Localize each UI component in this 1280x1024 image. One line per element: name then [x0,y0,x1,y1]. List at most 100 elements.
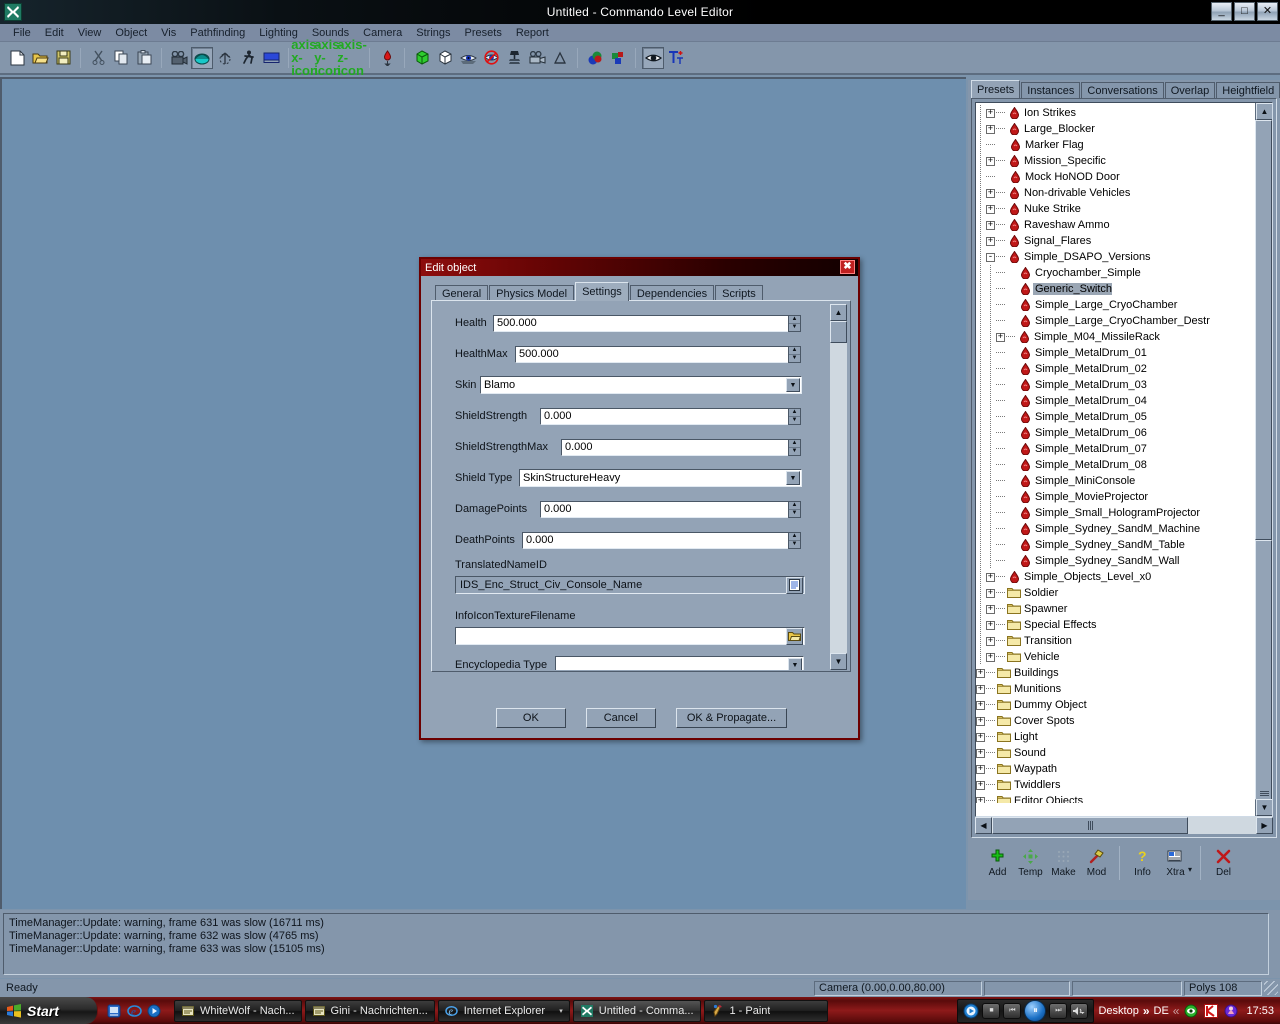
menu-file[interactable]: File [6,26,38,40]
deathpoints-spinner[interactable]: ▲▼ [788,532,801,549]
tree-item[interactable]: +Transition [976,633,1252,649]
tree-horizontal-scrollbar[interactable]: ◀ ▶ [975,817,1273,834]
tree-item[interactable]: Mock HoNOD Door [976,169,1252,185]
del-button[interactable]: Del [1207,846,1240,878]
eye-watch-icon[interactable] [642,47,664,69]
translatednameid-input[interactable]: IDS_Enc_Struct_Civ_Console_Name [455,576,805,594]
tree-item[interactable]: +Munitions [976,681,1252,697]
tree-item[interactable]: +Twiddlers [976,777,1252,793]
tab-scripts[interactable]: Scripts [715,285,763,301]
kaspersky-icon[interactable] [1203,1003,1219,1019]
tab-presets[interactable]: Presets [971,80,1020,98]
tree-item[interactable]: Simple_MetalDrum_05 [976,409,1252,425]
new-file-icon[interactable] [6,47,28,69]
tree-item[interactable]: Marker Flag [976,137,1252,153]
tree-item[interactable]: Simple_MetalDrum_08 [976,457,1252,473]
info-button[interactable]: ? Info [1126,846,1159,878]
clock[interactable]: 17:53 [1243,1005,1274,1017]
cut-scissors-icon[interactable] [87,47,109,69]
settings-scroll-thumb[interactable] [830,321,847,343]
copy-icon[interactable] [110,47,132,69]
temp-button[interactable]: Temp [1014,846,1047,878]
media-play-pause-button[interactable]: ⏸ [1024,1000,1046,1022]
health-input[interactable]: 500.000 [493,315,789,332]
media-previous-button[interactable]: ⏮ [1003,1003,1021,1019]
expand-icon[interactable]: + [976,781,985,790]
tree-item[interactable]: Cryochamber_Simple [976,265,1252,281]
chevron-down-icon[interactable]: ▼ [786,471,800,485]
expand-icon[interactable]: + [986,125,995,134]
resize-grip-icon[interactable] [1264,981,1278,995]
tree-item[interactable]: +Waypath [976,761,1252,777]
shield-green-icon[interactable] [1183,1003,1199,1019]
chevron-down-icon[interactable]: ▾ [1188,865,1192,874]
infoicontexturefilename-input[interactable] [455,627,805,645]
tree-item[interactable]: Simple_Sydney_SandM_Table [976,537,1252,553]
tree-item[interactable]: Simple_MetalDrum_02 [976,361,1252,377]
tree-item[interactable]: Generic_Switch [976,281,1252,297]
dialog-close-button[interactable]: ✖ [840,260,855,274]
tree-item[interactable]: +Raveshaw Ammo [976,217,1252,233]
tree-item[interactable]: Simple_Sydney_SandM_Machine [976,521,1252,537]
taskbar-item-commando-editor[interactable]: Untitled - Comma... [573,1000,701,1022]
menu-report[interactable]: Report [509,26,556,40]
rotate-axis-icon[interactable] [214,47,236,69]
scroll-down-button[interactable]: ▼ [1256,799,1273,816]
tree-item[interactable]: +Nuke Strike [976,201,1252,217]
tree-item[interactable]: +Large_Blocker [976,121,1252,137]
menu-presets[interactable]: Presets [458,26,509,40]
tab-instances[interactable]: Instances [1021,82,1080,98]
scroll-up-button[interactable]: ▲ [1256,103,1273,120]
eye-grey-icon[interactable] [457,47,479,69]
tab-conversations[interactable]: Conversations [1081,82,1163,98]
close-button[interactable]: ✕ [1257,2,1278,21]
cancel-button[interactable]: Cancel [586,708,656,728]
ok-button[interactable]: OK [496,708,566,728]
healthmax-input[interactable]: 500.000 [515,346,789,363]
expand-icon[interactable]: + [976,701,985,710]
green-cube-icon[interactable] [411,47,433,69]
tab-general[interactable]: General [435,285,488,301]
walk-person-icon[interactable] [237,47,259,69]
expand-icon[interactable]: + [986,573,995,582]
tree-item[interactable]: Simple_Large_CryoChamber_Destr [976,313,1252,329]
show-desktop-icon[interactable] [106,1003,122,1019]
expand-icon[interactable]: + [986,653,995,662]
minimize-button[interactable]: _ [1211,2,1232,21]
shieldstrengthmax-input[interactable]: 0.000 [561,439,789,456]
media-next-button[interactable]: ⏭ [1049,1003,1067,1019]
tree-item[interactable]: Simple_MiniConsole [976,473,1252,489]
axis-z-icon[interactable]: axis-z-icon [341,47,363,69]
shieldstrength-spinner[interactable]: ▲▼ [788,408,801,425]
camera-vis-icon[interactable] [526,47,548,69]
chevron-down-icon[interactable]: ▼ [786,378,800,392]
scroll-thumb-lower[interactable] [1255,540,1272,800]
tree-item[interactable]: Simple_MovieProjector [976,489,1252,505]
screen-icon[interactable] [260,47,282,69]
expand-icon[interactable]: + [986,237,995,246]
tree-item[interactable]: +Light [976,729,1252,745]
eye-forbidden-icon[interactable] [480,47,502,69]
tree-item[interactable]: +Simple_M04_MissileRack [976,329,1252,345]
chevron-down-icon[interactable]: ▾ [559,1007,563,1015]
expand-icon[interactable]: + [996,333,1005,342]
expand-icon[interactable]: + [986,157,995,166]
log-output[interactable]: TimeManager::Update: warning, frame 631 … [3,913,1269,975]
tree-item[interactable]: +Non-drivable Vehicles [976,185,1252,201]
expand-icon[interactable]: + [976,797,985,804]
tree-item[interactable]: +Ion Strikes [976,105,1252,121]
expand-icon[interactable]: + [986,205,995,214]
tree-item[interactable]: +Special Effects [976,617,1252,633]
expand-icon[interactable]: + [976,717,985,726]
expand-icon[interactable]: + [986,605,995,614]
healthmax-spinner[interactable]: ▲▼ [788,346,801,363]
expand-icon[interactable]: + [986,589,995,598]
add-button[interactable]: Add [981,846,1014,878]
tab-heightfield[interactable]: Heightfield [1216,82,1280,98]
tree-item[interactable]: +Signal_Flares [976,233,1252,249]
tree-item[interactable]: Simple_Small_HologramProjector [976,505,1252,521]
tree-item[interactable]: +Sound [976,745,1252,761]
tree-item[interactable]: +Editor Objects [976,793,1252,803]
tab-physics-model[interactable]: Physics Model [489,285,574,301]
encyclopediatype-combo[interactable]: ▼ [555,656,804,670]
